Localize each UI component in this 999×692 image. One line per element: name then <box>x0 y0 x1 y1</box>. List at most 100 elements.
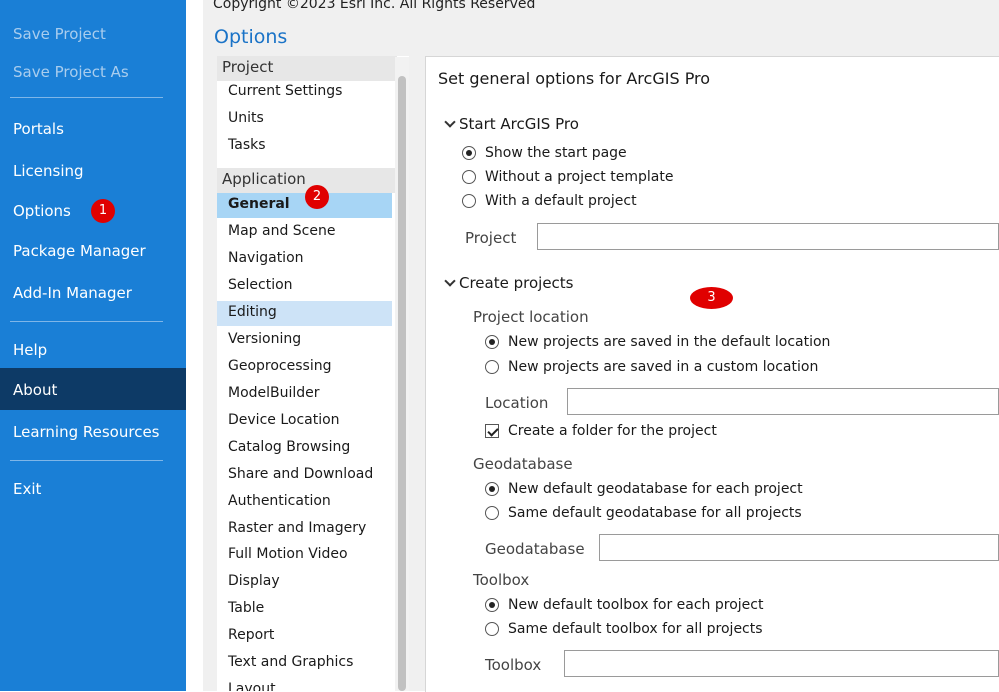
nav-item-navigation[interactable]: Navigation <box>217 247 392 272</box>
radio-custom-location[interactable] <box>485 360 499 374</box>
radio-label: New default toolbox for each project <box>508 597 764 613</box>
step-badge-2: 2 <box>305 185 329 209</box>
nav-item-share-and-download[interactable]: Share and Download <box>217 463 392 488</box>
radio-new-toolbox[interactable] <box>485 598 499 612</box>
nav-item-tasks[interactable]: Tasks <box>217 134 392 159</box>
nav-group-label: Application <box>222 170 306 188</box>
copyright-text: Copyright ©2023 Esri Inc. All Rights Res… <box>213 0 536 12</box>
nav-item-current-settings[interactable]: Current Settings <box>217 80 392 105</box>
radio-label: New projects are saved in the default lo… <box>508 334 831 350</box>
nav-item-label: ModelBuilder <box>228 385 320 401</box>
nav-item-label: General <box>228 196 290 212</box>
create-folder-checkbox[interactable] <box>485 424 499 438</box>
toolbox-section-label: Toolbox <box>473 571 530 589</box>
learning-resources-menu-item[interactable]: Learning Resources <box>13 423 160 441</box>
nav-item-label: Raster and Imagery <box>228 520 367 536</box>
nav-item-versioning[interactable]: Versioning <box>217 328 392 353</box>
help-menu-item[interactable]: Help <box>13 341 47 359</box>
radio-label: With a default project <box>485 193 637 209</box>
start-section-title[interactable]: Start ArcGIS Pro <box>459 115 579 133</box>
nav-item-label: Geoprocessing <box>228 358 332 374</box>
nav-item-editing[interactable]: Editing <box>217 301 392 326</box>
general-options-heading: Set general options for ArcGIS Pro <box>438 69 711 88</box>
add-in-manager-menu-item[interactable]: Add-In Manager <box>13 284 132 302</box>
backstage-sidebar: Save Project Save Project As Portals Lic… <box>0 0 186 691</box>
nav-item-layout[interactable]: Layout <box>217 678 392 691</box>
radio-label: Same default geodatabase for all project… <box>508 505 802 521</box>
dialog-title: Options <box>214 26 288 48</box>
nav-item-label: Display <box>228 573 280 589</box>
nav-item-label: Text and Graphics <box>228 654 354 670</box>
nav-item-label: Tasks <box>228 137 266 153</box>
exit-menu-item[interactable]: Exit <box>13 480 41 498</box>
nav-item-label: Current Settings <box>228 83 343 99</box>
toolbox-field-label: Toolbox <box>485 656 542 674</box>
nav-item-report[interactable]: Report <box>217 624 392 649</box>
nav-item-display[interactable]: Display <box>217 570 392 595</box>
package-manager-menu-item[interactable]: Package Manager <box>13 242 146 260</box>
location-field-label: Location <box>485 394 549 412</box>
radio-show-start-page[interactable] <box>462 146 476 160</box>
save-project-as-menu-item[interactable]: Save Project As <box>13 63 129 81</box>
radio-label: New projects are saved in a custom locat… <box>508 359 819 375</box>
nav-item-modelbuilder[interactable]: ModelBuilder <box>217 382 392 407</box>
step-badge-3: 3 <box>690 287 733 309</box>
sidebar-divider <box>10 97 163 98</box>
nav-item-text-and-graphics[interactable]: Text and Graphics <box>217 651 392 676</box>
nav-item-label: Full Motion Video <box>228 546 348 562</box>
portals-menu-item[interactable]: Portals <box>13 120 64 138</box>
checkbox-label: Create a folder for the project <box>508 423 717 439</box>
radio-label: Without a project template <box>485 169 674 185</box>
step-badge-1: 1 <box>91 199 115 223</box>
nav-item-label: Map and Scene <box>228 223 336 239</box>
save-project-menu-item[interactable]: Save Project <box>13 25 106 43</box>
nav-item-catalog-browsing[interactable]: Catalog Browsing <box>217 436 392 461</box>
nav-item-label: Share and Download <box>228 466 374 482</box>
nav-scrollbar-thumb[interactable] <box>398 76 406 691</box>
project-location-label: Project location <box>473 308 589 326</box>
radio-new-geodatabase[interactable] <box>485 482 499 496</box>
radio-same-geodatabase[interactable] <box>485 506 499 520</box>
radio-default-project[interactable] <box>462 194 476 208</box>
radio-same-toolbox[interactable] <box>485 622 499 636</box>
nav-item-raster-and-imagery[interactable]: Raster and Imagery <box>217 517 392 542</box>
licensing-menu-item[interactable]: Licensing <box>13 162 84 180</box>
nav-item-label: Units <box>228 110 264 126</box>
toolbox-path-input[interactable] <box>564 650 999 677</box>
radio-label: Same default toolbox for all projects <box>508 621 763 637</box>
nav-item-label: Authentication <box>228 493 331 509</box>
sidebar-divider <box>10 321 163 322</box>
nav-group-project: Project <box>217 56 397 81</box>
radio-label: New default geodatabase for each project <box>508 481 803 497</box>
geodatabase-section-label: Geodatabase <box>473 455 573 473</box>
nav-item-authentication[interactable]: Authentication <box>217 490 392 515</box>
nav-item-label: Layout <box>228 681 276 691</box>
nav-item-label: Navigation <box>228 250 304 266</box>
location-path-input[interactable] <box>567 388 999 415</box>
nav-item-label: Selection <box>228 277 293 293</box>
project-field-label: Project <box>465 229 517 247</box>
nav-item-selection[interactable]: Selection <box>217 274 392 299</box>
sidebar-divider <box>10 460 163 461</box>
nav-item-full-motion-video[interactable]: Full Motion Video <box>217 543 392 568</box>
nav-item-label: Device Location <box>228 412 340 428</box>
nav-item-label: Editing <box>228 304 277 320</box>
radio-without-template[interactable] <box>462 170 476 184</box>
nav-group-label: Project <box>222 58 274 76</box>
nav-item-label: Table <box>228 600 265 616</box>
nav-item-label: Catalog Browsing <box>228 439 351 455</box>
project-path-input[interactable] <box>537 223 999 250</box>
options-menu-item[interactable]: Options <box>13 202 71 220</box>
geodatabase-field-label: Geodatabase <box>485 540 585 558</box>
about-menu-item[interactable]: About <box>13 381 57 399</box>
nav-item-geoprocessing[interactable]: Geoprocessing <box>217 355 392 380</box>
nav-item-units[interactable]: Units <box>217 107 392 132</box>
radio-default-location[interactable] <box>485 335 499 349</box>
nav-item-label: Versioning <box>228 331 302 347</box>
radio-label: Show the start page <box>485 145 627 161</box>
create-section-title[interactable]: Create projects <box>459 274 574 292</box>
geodatabase-path-input[interactable] <box>599 534 999 561</box>
nav-item-table[interactable]: Table <box>217 597 392 622</box>
nav-item-device-location[interactable]: Device Location <box>217 409 392 434</box>
nav-item-map-and-scene[interactable]: Map and Scene <box>217 220 392 245</box>
